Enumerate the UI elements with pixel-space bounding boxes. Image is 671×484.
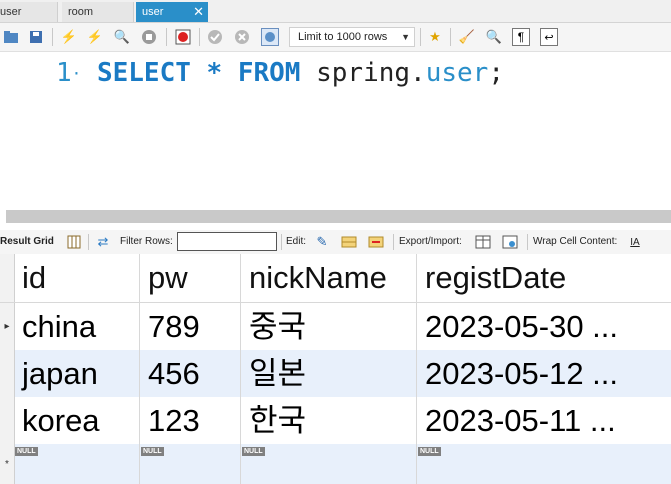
cell-registdate[interactable]: 2023-05-11 ... <box>417 397 671 444</box>
open-folder-icon[interactable] <box>2 28 20 46</box>
keyword-star: * <box>206 58 223 88</box>
tab-bar: user room user ✕ <box>0 0 671 23</box>
tab-label: user <box>142 6 164 18</box>
cell-id[interactable]: japan <box>14 350 140 397</box>
cell-pw-new[interactable]: NULL <box>140 444 241 484</box>
schema-name: spring <box>316 58 411 88</box>
chevron-down-icon: ▼ <box>401 32 410 42</box>
keyword-select: SELECT <box>96 58 191 88</box>
current-row-marker: ▸ <box>0 303 15 350</box>
null-badge: NULL <box>242 447 265 456</box>
cell-nickname[interactable]: 중국 <box>241 303 417 350</box>
null-badge: NULL <box>15 447 38 456</box>
cell-nickname-new[interactable]: NULL <box>241 444 417 484</box>
row-header <box>0 254 15 302</box>
delete-row-icon[interactable] <box>367 233 385 251</box>
tab-user-prev[interactable]: user <box>0 2 58 22</box>
commit-icon[interactable] <box>206 28 224 46</box>
column-header-pw[interactable]: pw <box>140 254 241 302</box>
sql-editor[interactable]: 1· SELECT * FROM spring.user; <box>0 52 671 210</box>
tab-label: room <box>68 6 94 18</box>
panel-splitter[interactable] <box>0 210 671 223</box>
keyword-from: FROM <box>237 58 301 88</box>
edit-label: Edit: <box>286 236 307 247</box>
cell-id-new[interactable]: NULL <box>14 444 140 484</box>
cell-nickname[interactable]: 일본 <box>241 350 417 397</box>
editor-toolbar: ⚡ ⚡ 🔍 Limit to 1000 rows ▼ ★ 🧹 🔍 ¶ ↩ <box>0 23 671 52</box>
row-header <box>0 397 15 444</box>
toolbar-separator <box>450 28 451 46</box>
import-icon[interactable] <box>501 233 519 251</box>
result-grid: id pw nickName registDate ▸ china 789 중국… <box>0 254 671 484</box>
cell-pw[interactable]: 789 <box>140 303 241 350</box>
cell-id[interactable]: china <box>14 303 140 350</box>
add-snippet-icon[interactable]: ★ <box>426 28 444 46</box>
column-header-nickname[interactable]: nickName <box>241 254 417 302</box>
close-icon[interactable]: ✕ <box>193 2 204 22</box>
toolbar-separator <box>52 28 53 46</box>
cell-registdate-new[interactable]: NULL <box>417 444 671 484</box>
cell-registdate[interactable]: 2023-05-30 ... <box>417 303 671 350</box>
edit-row-icon[interactable]: ✎ <box>313 233 331 251</box>
cell-registdate[interactable]: 2023-05-12 ... <box>417 350 671 397</box>
stop-icon[interactable] <box>140 28 158 46</box>
line-bullet: · <box>71 64 82 83</box>
line-number: 1 <box>56 58 72 88</box>
new-row-marker: * <box>0 444 15 484</box>
tab-user-active[interactable]: user ✕ <box>136 2 208 22</box>
execute-current-icon[interactable]: ⚡ <box>86 28 104 46</box>
beautify-icon[interactable]: 🧹 <box>458 28 476 46</box>
save-icon[interactable] <box>27 28 45 46</box>
semicolon: ; <box>488 58 504 88</box>
execute-icon[interactable]: ⚡ <box>60 28 78 46</box>
toolbar-separator <box>527 234 528 250</box>
null-badge: NULL <box>418 447 441 456</box>
result-toolbar: Result Grid ⇄ Filter Rows: Edit: ✎ Expor… <box>0 230 671 254</box>
toolbar-separator <box>166 28 167 46</box>
tab-room[interactable]: room <box>62 2 134 22</box>
grid-header-row: id pw nickName registDate <box>0 254 671 303</box>
toolbar-separator <box>199 28 200 46</box>
export-icon[interactable] <box>474 233 492 251</box>
refresh-icon[interactable]: ⇄ <box>94 233 112 251</box>
limit-rows-value: Limit to 1000 rows <box>298 31 388 43</box>
new-row[interactable]: * NULL NULL NULL NULL <box>0 444 671 484</box>
sql-line[interactable]: 1· SELECT * FROM spring.user; <box>56 58 504 88</box>
dot: . <box>410 58 426 88</box>
result-grid-label[interactable]: Result Grid <box>0 236 54 247</box>
cell-pw[interactable]: 456 <box>140 350 241 397</box>
invisible-chars-icon[interactable]: ¶ <box>512 28 530 46</box>
filter-rows-label: Filter Rows: <box>120 236 173 247</box>
grid-icon[interactable] <box>65 233 83 251</box>
table-row[interactable]: japan 456 일본 2023-05-12 ... <box>0 350 671 397</box>
wrap-cell-icon[interactable]: IA <box>626 233 644 251</box>
toggle-error-icon[interactable] <box>174 28 192 46</box>
toolbar-separator <box>393 234 394 250</box>
find-icon[interactable]: 🔍 <box>485 28 503 46</box>
table-row[interactable]: ▸ china 789 중국 2023-05-30 ... <box>0 303 671 350</box>
explain-icon[interactable]: 🔍 <box>113 28 131 46</box>
limit-rows-select[interactable]: Limit to 1000 rows ▼ <box>289 27 415 47</box>
table-name: user <box>425 58 489 88</box>
toolbar-separator <box>281 234 282 250</box>
rollback-icon[interactable] <box>233 28 251 46</box>
toolbar-separator <box>88 234 89 250</box>
cell-id[interactable]: korea <box>14 397 140 444</box>
tab-label: user <box>0 6 22 18</box>
wrap-lines-icon[interactable]: ↩ <box>540 28 558 46</box>
insert-row-icon[interactable] <box>340 233 358 251</box>
export-import-label: Export/Import: <box>399 236 462 247</box>
filter-rows-input[interactable] <box>177 232 277 251</box>
toolbar-separator <box>420 28 421 46</box>
null-badge: NULL <box>141 447 164 456</box>
cell-nickname[interactable]: 한국 <box>241 397 417 444</box>
autocommit-icon[interactable] <box>261 28 279 46</box>
cell-pw[interactable]: 123 <box>140 397 241 444</box>
wrap-cell-label: Wrap Cell Content: <box>533 236 618 247</box>
column-header-id[interactable]: id <box>14 254 140 302</box>
table-row[interactable]: korea 123 한국 2023-05-11 ... <box>0 397 671 444</box>
row-header <box>0 350 15 397</box>
column-header-registdate[interactable]: registDate <box>417 254 671 302</box>
